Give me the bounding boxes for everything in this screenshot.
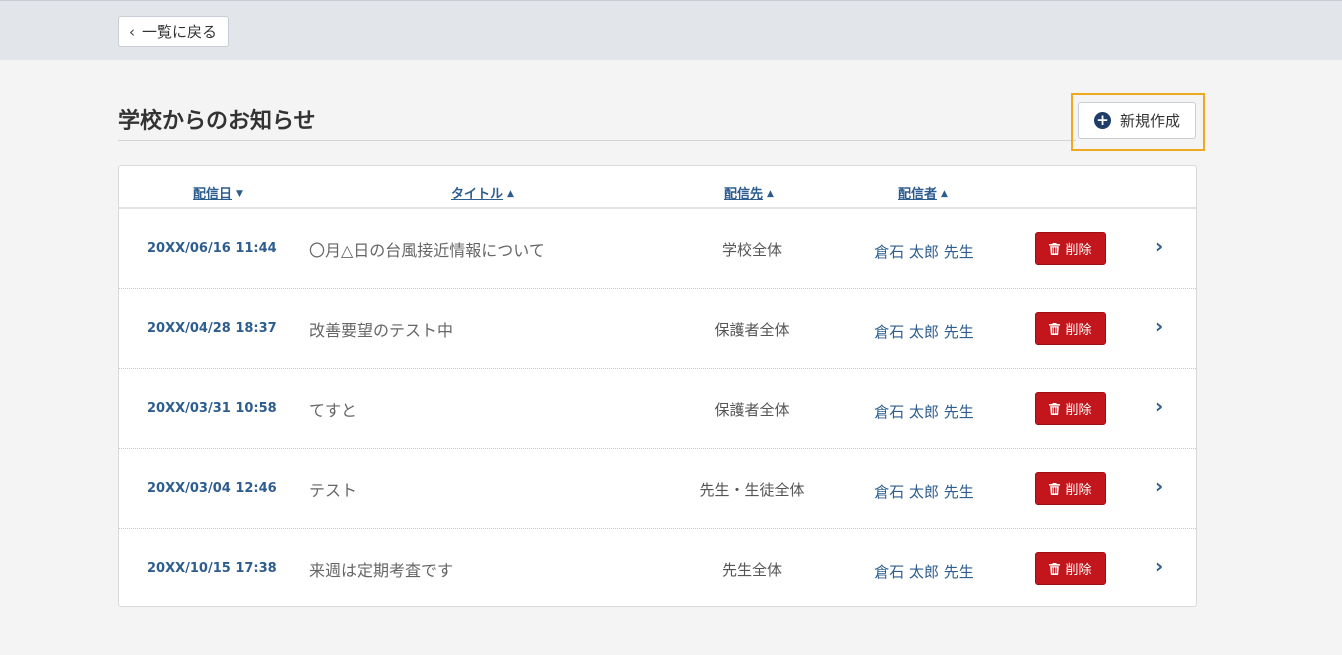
row-title[interactable]: 来週は定期考査です: [309, 557, 453, 581]
row-target: 先生全体: [721, 561, 782, 579]
table-row[interactable]: 20XX/03/04 12:46 テスト 先生・生徒全体 倉石 太郎 先生 削除…: [119, 449, 1196, 529]
create-new-label: 新規作成: [1119, 112, 1180, 130]
chevron-right-icon[interactable]: ›: [1155, 394, 1163, 418]
row-sender: 倉石 太郎 先生: [874, 483, 974, 501]
delete-button[interactable]: 削除: [1035, 392, 1106, 425]
delete-label: 削除: [1065, 563, 1092, 578]
delete-label: 削除: [1065, 403, 1092, 418]
table-row[interactable]: 20XX/04/28 18:37 改善要望のテスト中 保護者全体 倉石 太郎 先…: [119, 289, 1196, 369]
delete-label: 削除: [1065, 243, 1092, 258]
sort-asc-icon: ▲: [941, 189, 948, 199]
delete-label: 削除: [1065, 323, 1092, 338]
row-sender: 倉石 太郎 先生: [874, 563, 974, 581]
chevron-left-icon: ‹: [129, 22, 135, 41]
chevron-right-icon[interactable]: ›: [1155, 554, 1163, 578]
row-target: 学校全体: [721, 241, 782, 259]
trash-icon: [1049, 242, 1061, 255]
table-row[interactable]: 20XX/06/16 11:44 〇月△日の台風接近情報について 学校全体 倉石…: [119, 209, 1196, 289]
back-to-list-button[interactable]: ‹ 一覧に戻る: [118, 16, 230, 47]
row-sender: 倉石 太郎 先生: [874, 323, 974, 341]
trash-icon: [1049, 322, 1061, 335]
row-title[interactable]: てすと: [309, 397, 357, 421]
row-date: 20XX/03/04 12:46: [147, 481, 277, 496]
table-row[interactable]: 20XX/10/15 17:38 来週は定期考査です 先生全体 倉石 太郎 先生…: [119, 529, 1196, 609]
row-target: 保護者全体: [714, 401, 790, 419]
create-new-button[interactable]: + 新規作成: [1078, 102, 1196, 139]
chevron-right-icon[interactable]: ›: [1155, 234, 1163, 258]
table-row[interactable]: 20XX/03/31 10:58 てすと 保護者全体 倉石 太郎 先生 削除 ›: [119, 369, 1196, 449]
sort-header-sender[interactable]: 配信者 ▲: [898, 183, 948, 202]
sort-header-date[interactable]: 配信日 ▼: [193, 183, 243, 202]
row-date: 20XX/06/16 11:44: [147, 241, 277, 256]
sort-header-title[interactable]: タイトル ▲: [451, 183, 514, 202]
trash-icon: [1049, 402, 1061, 415]
delete-button[interactable]: 削除: [1035, 472, 1106, 505]
title-divider: [118, 140, 1076, 141]
sort-desc-icon: ▼: [236, 189, 243, 199]
row-sender: 倉石 太郎 先生: [874, 243, 974, 261]
page-title: 学校からのお知らせ: [118, 109, 316, 134]
row-target: 先生・生徒全体: [699, 481, 805, 499]
chevron-right-icon[interactable]: ›: [1155, 474, 1163, 498]
row-title[interactable]: 〇月△日の台風接近情報について: [309, 237, 545, 261]
delete-button[interactable]: 削除: [1035, 232, 1106, 265]
sort-asc-icon: ▲: [507, 189, 514, 199]
delete-button[interactable]: 削除: [1035, 552, 1106, 585]
row-title[interactable]: 改善要望のテスト中: [309, 317, 453, 341]
row-date: 20XX/10/15 17:38: [147, 561, 277, 576]
plus-circle-icon: +: [1093, 112, 1111, 129]
row-target: 保護者全体: [714, 321, 790, 339]
chevron-right-icon[interactable]: ›: [1155, 314, 1163, 338]
row-date: 20XX/03/31 10:58: [147, 401, 277, 416]
row-sender: 倉石 太郎 先生: [874, 403, 974, 421]
top-bar: ‹ 一覧に戻る: [0, 0, 1342, 60]
trash-icon: [1049, 482, 1061, 495]
delete-label: 削除: [1065, 483, 1092, 498]
back-button-label: 一覧に戻る: [142, 23, 218, 41]
table-header: 配信日 ▼ タイトル ▲ 配信先 ▲ 配信者 ▲: [119, 166, 1196, 209]
row-title[interactable]: テスト: [309, 477, 357, 501]
sort-asc-icon: ▲: [767, 189, 774, 199]
sort-header-target[interactable]: 配信先 ▲: [724, 183, 774, 202]
delete-button[interactable]: 削除: [1035, 312, 1106, 345]
announcement-table: 配信日 ▼ タイトル ▲ 配信先 ▲ 配信者 ▲ 20XX/06/16 11:44 〇月…: [118, 165, 1197, 607]
row-date: 20XX/04/28 18:37: [147, 321, 277, 336]
trash-icon: [1049, 562, 1061, 575]
